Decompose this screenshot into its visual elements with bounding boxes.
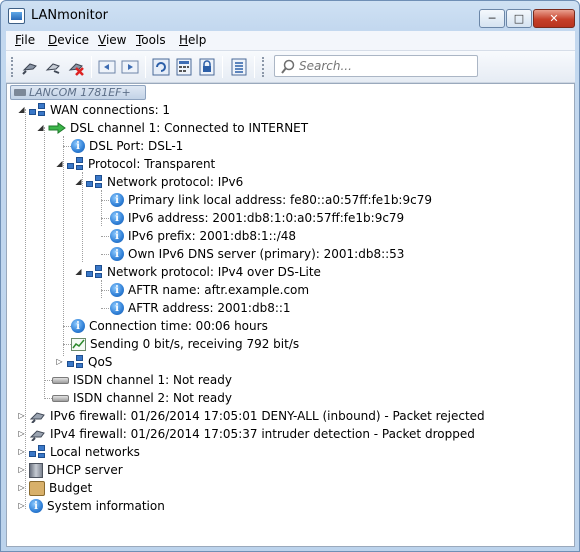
menu-file[interactable]: File	[15, 33, 35, 47]
traffic-graph-icon	[71, 337, 86, 351]
toolbar-separator	[145, 56, 146, 78]
edit-device-icon[interactable]	[44, 58, 62, 76]
tree-node-system-info[interactable]: i System information	[29, 497, 165, 515]
tree-node-wan[interactable]: WAN connections: 1	[29, 101, 170, 119]
info-icon: i	[110, 301, 124, 315]
tree-node-connection-time[interactable]: i Connection time: 00:06 hours	[71, 317, 268, 335]
tree-node-aftr-address[interactable]: i AFTR address: 2001:db8::1	[110, 299, 291, 317]
tree-node-traffic[interactable]: Sending 0 bit/s, receiving 792 bit/s	[71, 335, 299, 353]
expand-toggle[interactable]: ▷	[17, 501, 26, 510]
expand-toggle[interactable]: ▷	[17, 411, 26, 420]
info-icon: i	[71, 139, 85, 153]
window-title: LANmonitor	[31, 8, 109, 23]
collapse-toggle[interactable]: ◢	[55, 159, 64, 168]
collapse-toggle[interactable]: ◢	[74, 267, 83, 276]
toolbar-grip[interactable]	[262, 57, 265, 77]
tree-line	[101, 280, 102, 298]
tree-line	[63, 136, 64, 356]
minimize-button[interactable]: ─	[479, 9, 505, 28]
info-icon: i	[29, 499, 43, 513]
title-bar[interactable]: LANmonitor ─ □ ✕	[1, 1, 579, 31]
expand-toggle[interactable]: ▷	[55, 357, 64, 366]
delete-device-icon[interactable]	[67, 58, 85, 76]
tree-node-network-ipv4[interactable]: Network protocol: IPv4 over DS-Lite	[86, 263, 321, 281]
forward-icon[interactable]	[121, 58, 139, 76]
search-input[interactable]	[299, 58, 473, 74]
router-icon	[14, 89, 26, 96]
tree-node-protocol[interactable]: Protocol: Transparent	[67, 155, 215, 173]
search-box[interactable]	[274, 55, 478, 77]
toolbar	[6, 51, 575, 83]
calculator-icon[interactable]	[175, 58, 193, 76]
search-icon	[281, 59, 295, 74]
tree-node-ipv6-prefix[interactable]: i IPv6 prefix: 2001:db8:1::/48	[110, 227, 296, 245]
info-icon: i	[110, 283, 124, 297]
toolbar-separator	[254, 56, 255, 78]
connected-arrow-icon	[48, 122, 66, 134]
collapse-toggle[interactable]: ◢	[74, 177, 83, 186]
info-icon: i	[71, 319, 85, 333]
network-icon	[67, 157, 84, 171]
tree-node-dhcp[interactable]: DHCP server	[29, 461, 123, 479]
toolbar-separator	[91, 56, 92, 78]
device-node[interactable]: LANCOM 1781EF+	[10, 85, 146, 100]
add-device-icon[interactable]	[21, 58, 39, 76]
toolbar-separator	[222, 56, 223, 78]
menu-device[interactable]: Device	[48, 33, 89, 47]
close-button[interactable]: ✕	[533, 9, 575, 28]
list-icon[interactable]	[230, 58, 248, 76]
network-icon	[29, 445, 46, 459]
info-icon: i	[110, 211, 124, 225]
tree-node-isdn2[interactable]: ISDN channel 2: Not ready	[52, 389, 232, 407]
tree-node-ipv6-address[interactable]: i IPv6 address: 2001:db8:1:0:a0:57ff:fe1…	[110, 209, 404, 227]
tree-node-network-ipv6[interactable]: Network protocol: IPv6	[86, 173, 243, 191]
expand-toggle[interactable]: ▷	[17, 447, 26, 456]
tree-line	[44, 127, 45, 397]
tree-node-ipv6-firewall[interactable]: IPv6 firewall: 01/26/2014 17:05:01 DENY-…	[29, 407, 485, 425]
tree-node-own-dns[interactable]: i Own IPv6 DNS server (primary): 2001:db…	[110, 245, 404, 263]
menu-view[interactable]: View	[98, 33, 126, 47]
collapse-toggle[interactable]: ◢	[36, 123, 45, 132]
lock-icon[interactable]	[198, 58, 216, 76]
network-icon	[29, 103, 46, 117]
collapse-toggle[interactable]: ◢	[17, 105, 26, 114]
tree-node-dsl-channel[interactable]: DSL channel 1: Connected to INTERNET	[48, 119, 308, 137]
expand-toggle[interactable]: ▷	[17, 429, 26, 438]
firewall-icon	[29, 428, 46, 442]
tree-node-dsl-port[interactable]: i DSL Port: DSL-1	[71, 137, 183, 155]
network-icon	[86, 175, 103, 189]
maximize-button[interactable]: □	[506, 9, 532, 28]
tree-node-qos[interactable]: QoS	[67, 353, 112, 371]
tree-node-budget[interactable]: Budget	[29, 479, 92, 497]
budget-icon	[29, 480, 45, 496]
app-window: LANmonitor ─ □ ✕ File Device View Tools …	[0, 0, 580, 552]
info-icon: i	[110, 247, 124, 261]
tree-node-ipv4-firewall[interactable]: IPv4 firewall: 01/26/2014 17:05:37 intru…	[29, 425, 475, 443]
back-icon[interactable]	[98, 58, 116, 76]
tree-node-primary-link[interactable]: i Primary link local address: fe80::a0:5…	[110, 191, 432, 209]
network-icon	[67, 355, 84, 369]
firewall-icon	[29, 410, 46, 424]
isdn-channel-icon	[52, 394, 69, 402]
menu-tools[interactable]: Tools	[136, 33, 166, 47]
menu-bar: File Device View Tools Help	[6, 31, 575, 51]
tree-node-aftr-name[interactable]: i AFTR name: aftr.example.com	[110, 281, 309, 299]
info-icon: i	[110, 193, 124, 207]
server-icon	[29, 462, 43, 478]
toolbar-grip[interactable]	[11, 57, 14, 77]
menu-help[interactable]: Help	[179, 33, 206, 47]
expand-toggle[interactable]: ▷	[17, 483, 26, 492]
lanmonitor-app-icon[interactable]	[8, 8, 25, 24]
device-tree: LANCOM 1781EF+ ◢ WAN connections: 1 ◢ DS…	[6, 83, 575, 547]
info-icon: i	[110, 229, 124, 243]
expand-toggle[interactable]: ▷	[17, 465, 26, 474]
refresh-icon[interactable]	[152, 58, 170, 76]
tree-node-isdn1[interactable]: ISDN channel 1: Not ready	[52, 371, 232, 389]
tree-line	[101, 190, 102, 226]
tree-node-local-networks[interactable]: Local networks	[29, 443, 140, 461]
network-icon	[86, 265, 103, 279]
isdn-channel-icon	[52, 376, 69, 384]
